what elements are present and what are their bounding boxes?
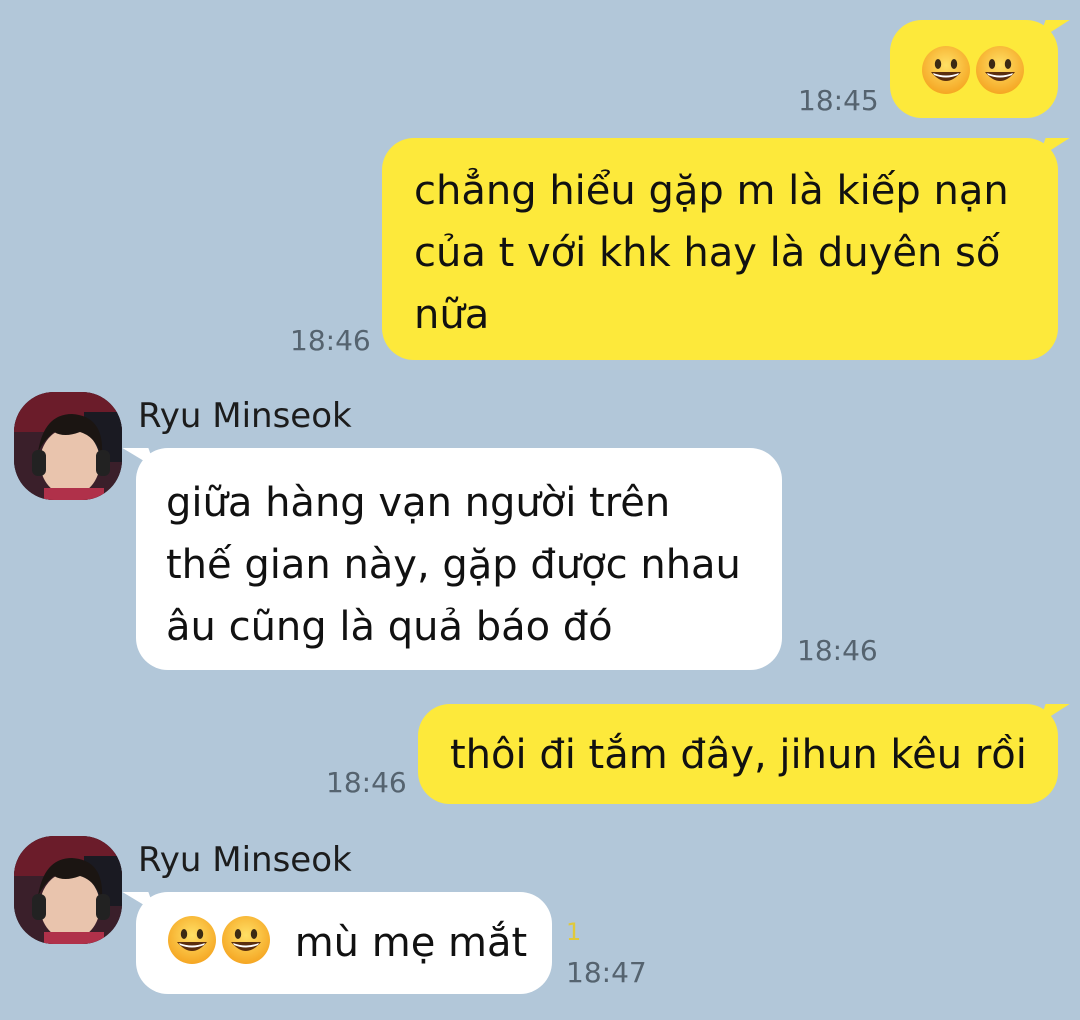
- chat-area: 18:45 chẳng hiểu gặp m là kiếp nạn của t…: [0, 0, 1080, 1020]
- outgoing-message-bubble[interactable]: thôi đi tắm đây, jihun kêu rồi: [418, 704, 1058, 804]
- grinning-face-icon: [974, 44, 1026, 96]
- message-timestamp: 18:46: [326, 766, 407, 799]
- message-text: mù mẹ mắt: [294, 920, 528, 966]
- message-text-line: thế gian này, gặp được nhau: [166, 542, 741, 588]
- message-timestamp: 18:45: [798, 84, 879, 117]
- message-text-line: thôi đi tắm đây, jihun kêu rồi: [450, 732, 1027, 778]
- message-timestamp: 18:46: [797, 634, 878, 667]
- sender-name: Ryu Minseok: [138, 396, 352, 436]
- sender-name: Ryu Minseok: [138, 840, 352, 880]
- grinning-face-icon: [920, 44, 972, 96]
- message-text-line: của t với khk hay là duyên số: [414, 230, 1001, 276]
- grinning-face-icon: [220, 914, 272, 966]
- unread-count: 1: [566, 918, 582, 946]
- sender-avatar[interactable]: [14, 836, 122, 944]
- sender-avatar[interactable]: [14, 392, 122, 500]
- message-timestamp: 18:46: [290, 324, 371, 357]
- incoming-message-bubble[interactable]: giữa hàng vạn người trên thế gian này, g…: [136, 448, 782, 670]
- message-timestamp: 18:47: [566, 956, 647, 989]
- message-text-line: chẳng hiểu gặp m là kiếp nạn: [414, 168, 1009, 214]
- message-text-line: âu cũng là quả báo đó: [166, 604, 613, 650]
- message-text-line: giữa hàng vạn người trên: [166, 480, 671, 526]
- grinning-face-icon: [166, 914, 218, 966]
- incoming-message-bubble[interactable]: mù mẹ mắt: [136, 892, 552, 994]
- message-text-line: nữa: [414, 292, 490, 338]
- outgoing-message-bubble[interactable]: [890, 20, 1058, 118]
- outgoing-message-bubble[interactable]: chẳng hiểu gặp m là kiếp nạn của t với k…: [382, 138, 1058, 360]
